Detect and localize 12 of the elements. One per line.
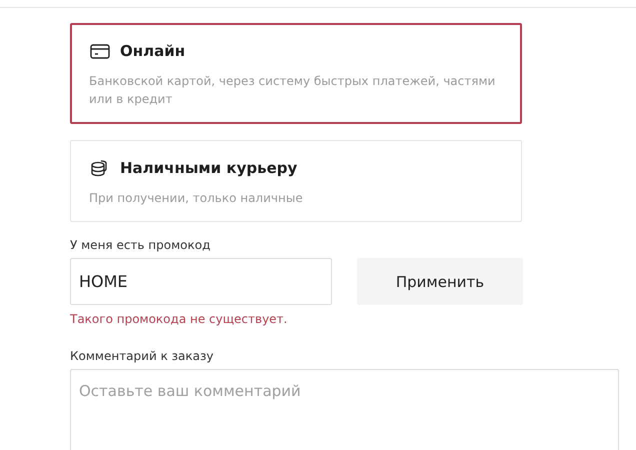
promo-label: У меня есть промокод xyxy=(70,238,212,252)
comment-label: Комментарий к заказу xyxy=(70,349,214,363)
option-title: Онлайн xyxy=(120,42,186,60)
payment-option[interactable]: Наличными курьеру При получении, только наличные xyxy=(70,140,522,222)
option-description: Банковской картой, через систему быстрых платежей, частями или в кредит xyxy=(89,73,496,108)
comment-field[interactable]: Оставьте ваш комментарий xyxy=(70,369,619,450)
option-title: Наличными курьеру xyxy=(120,159,298,177)
apply-button[interactable]: Применить xyxy=(357,258,523,305)
payment-option[interactable]: Онлайн Банковской картой, через систему быстрых платежей, частями или в кредит xyxy=(70,23,522,124)
option-description: При получении, только наличные xyxy=(89,190,304,207)
promo-code-field[interactable]: HOME xyxy=(70,258,332,305)
error-message: Такого промокода не существует. xyxy=(70,312,288,326)
